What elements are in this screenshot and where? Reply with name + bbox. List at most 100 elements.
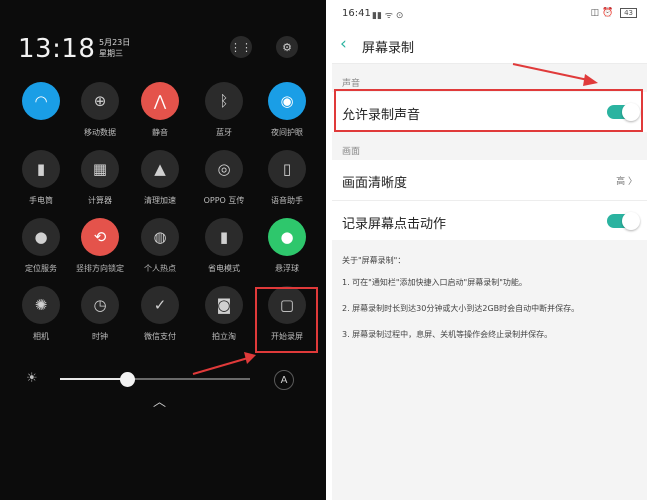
quick-tile-label: 竖排方向锁定 bbox=[76, 264, 124, 273]
page-header: ‹ 屏幕录制 bbox=[332, 28, 647, 64]
section-video: 画面 bbox=[342, 147, 361, 157]
quick-tile-label: 拍立淘 bbox=[212, 332, 236, 341]
rotation-lock-icon: ⟲ bbox=[81, 218, 119, 256]
clock-date: 5月23日 星期三 bbox=[99, 37, 130, 59]
quick-tile[interactable]: ● 定位服务 bbox=[10, 218, 72, 274]
quick-tile[interactable]: ⟲ 竖排方向锁定 bbox=[69, 218, 131, 274]
chevron-up-icon[interactable]: ︿ bbox=[153, 391, 166, 410]
grid-edit-icon: ⋮⋮ bbox=[230, 40, 252, 54]
edit-tiles-button[interactable]: ⋮⋮ bbox=[230, 36, 252, 58]
rocket-icon: ▲ bbox=[141, 150, 179, 188]
quick-tile[interactable]: ● 悬浮球 bbox=[256, 218, 318, 274]
battery-icon: 43 bbox=[620, 8, 637, 18]
clarity-value-text: 高 bbox=[616, 177, 626, 187]
quick-tile[interactable]: ▲ 清理加速 bbox=[129, 150, 191, 206]
quick-tile-label: 语音助手 bbox=[271, 196, 303, 205]
quick-tile-label: 静音 bbox=[152, 128, 168, 137]
quick-tile[interactable]: ⋀ 静音 bbox=[129, 82, 191, 138]
floating-ball-icon: ● bbox=[268, 218, 306, 256]
quick-tile[interactable]: ◷ 时钟 bbox=[69, 286, 131, 342]
page-title: 屏幕录制 bbox=[362, 41, 415, 56]
quick-tile-label: 清理加速 bbox=[144, 196, 176, 205]
about-section: 关于"屏幕录制"： 1. 可在"通知栏"添加快捷入口启动"屏幕录制"功能。 2.… bbox=[332, 240, 647, 370]
share-icon: ◎ bbox=[205, 150, 243, 188]
quick-tile[interactable]: ▮ 手电筒 bbox=[10, 150, 72, 206]
battery-saver-icon: ▮ bbox=[205, 218, 243, 256]
quick-tile-label: 蓝牙 bbox=[216, 128, 232, 137]
quick-tile-label: 计算器 bbox=[88, 196, 112, 205]
alarm-icon: ⏰ bbox=[601, 8, 614, 18]
quick-tile-label: 手电筒 bbox=[29, 196, 53, 205]
auto-brightness-button[interactable]: A bbox=[274, 370, 294, 390]
brightness-thumb[interactable] bbox=[119, 372, 135, 387]
allow-audio-highlight bbox=[334, 89, 643, 132]
wifi-icon: ◠ bbox=[22, 82, 60, 120]
hotspot-icon: ◍ bbox=[141, 218, 179, 256]
location-icon: ● bbox=[22, 218, 60, 256]
record-taps-row[interactable]: 记录屏幕点击动作 bbox=[332, 200, 647, 240]
quick-tile-label: 个人热点 bbox=[144, 264, 176, 273]
quick-tile[interactable]: ◙ 拍立淘 bbox=[193, 286, 255, 342]
back-chevron-icon[interactable]: ‹ bbox=[340, 34, 347, 54]
quick-tile-label: 移动数据 bbox=[84, 128, 116, 137]
quick-tile-label: 相机 bbox=[33, 332, 49, 341]
record-taps-toggle[interactable] bbox=[607, 212, 640, 230]
brightness-fill bbox=[60, 378, 127, 380]
quick-tile-label: 夜间护眼 bbox=[271, 128, 303, 137]
quick-tile[interactable]: ▮ 省电模式 bbox=[193, 218, 255, 274]
quick-tile[interactable]: ▯ 语音助手 bbox=[256, 150, 318, 206]
screen-record-settings: 16:41 ▮▮ ᯤ ⊙ ◫ ⏰ 43 ‹ 屏幕录制 声音 允许录制声音 画面 … bbox=[332, 0, 647, 500]
calculator-icon: ▦ bbox=[81, 150, 119, 188]
vibrate-icon: ◫ bbox=[590, 8, 600, 18]
brightness-icon: ☀ bbox=[26, 371, 38, 386]
quick-tile-label: 微信支付 bbox=[144, 332, 176, 341]
brightness-slider[interactable]: ☀ A bbox=[26, 370, 306, 390]
about-title: 关于"屏幕录制"： bbox=[342, 256, 406, 265]
screen-record-highlight bbox=[255, 287, 318, 353]
status-time: 16:41 bbox=[342, 8, 371, 19]
status-right-icons: ◫ ⏰ 43 bbox=[591, 8, 637, 18]
mic-icon: ▯ bbox=[268, 150, 306, 188]
chevron-right-icon: 〉 bbox=[627, 177, 637, 187]
clock-icon: ◷ bbox=[81, 286, 119, 324]
section-sound: 声音 bbox=[342, 79, 361, 89]
clarity-row[interactable]: 画面清晰度 高 〉 bbox=[332, 160, 647, 200]
globe-icon: ⊕ bbox=[81, 82, 119, 120]
clarity-value: 高 〉 bbox=[616, 174, 637, 187]
flashlight-icon: ▮ bbox=[22, 150, 60, 188]
bluetooth-icon: ᛒ bbox=[205, 82, 243, 120]
status-bar: 16:41 ▮▮ ᯤ ⊙ ◫ ⏰ 43 bbox=[332, 0, 647, 28]
mute-icon: ⋀ bbox=[141, 82, 179, 120]
quick-tile-label: 省电模式 bbox=[208, 264, 240, 273]
quick-tile[interactable]: ◠ bbox=[10, 82, 72, 127]
clock-time: 13:18 bbox=[18, 34, 96, 64]
quick-tile[interactable]: ◎ OPPO 互传 bbox=[193, 150, 255, 206]
record-taps-label: 记录屏幕点击动作 bbox=[342, 217, 447, 232]
wechat-pay-icon: ✓ bbox=[141, 286, 179, 324]
date-text: 5月23日 bbox=[99, 38, 131, 47]
brightness-track[interactable] bbox=[60, 372, 250, 387]
quick-tile-label: OPPO 互传 bbox=[203, 196, 245, 205]
signal-wifi-icon: ▮▮ ᯤ ⊙ bbox=[372, 11, 404, 21]
quick-tile-label: 定位服务 bbox=[25, 264, 57, 273]
eye-icon: ◉ bbox=[268, 82, 306, 120]
about-item: 3. 屏幕录制过程中，息屏、关机等操作会终止录制并保存。 bbox=[342, 330, 553, 339]
quick-tile[interactable]: ᛒ 蓝牙 bbox=[193, 82, 255, 138]
quick-tile[interactable]: ⊕ 移动数据 bbox=[69, 82, 131, 138]
quick-settings-panel: 13:18 5月23日 星期三 ⋮⋮ ⚙ ◠ ⊕ 移动数据 ⋀ 静音 ᛒ 蓝牙 ◉ 夜间护眼 ▮ 手… bbox=[0, 0, 326, 500]
weekday-text: 星期三 bbox=[99, 49, 123, 58]
quick-tile[interactable]: ▦ 计算器 bbox=[69, 150, 131, 206]
about-item: 2. 屏幕录制时长到达30分钟或大小到达2GB时会自动中断并保存。 bbox=[342, 304, 580, 313]
quick-tile[interactable]: ◍ 个人热点 bbox=[129, 218, 191, 274]
gear-icon: ⚙ bbox=[282, 40, 292, 54]
quick-tile[interactable]: ✺ 相机 bbox=[10, 286, 72, 342]
camera-aperture-icon: ✺ bbox=[22, 286, 60, 324]
camera-icon: ◙ bbox=[205, 286, 243, 324]
quick-tile-label: 悬浮球 bbox=[275, 264, 299, 273]
quick-tile[interactable]: ◉ 夜间护眼 bbox=[256, 82, 318, 138]
settings-button[interactable]: ⚙ bbox=[276, 36, 298, 58]
toggle-knob bbox=[622, 212, 640, 230]
clarity-label: 画面清晰度 bbox=[342, 176, 408, 191]
quick-tile[interactable]: ✓ 微信支付 bbox=[129, 286, 191, 342]
about-item: 1. 可在"通知栏"添加快捷入口启动"屏幕录制"功能。 bbox=[342, 278, 527, 287]
